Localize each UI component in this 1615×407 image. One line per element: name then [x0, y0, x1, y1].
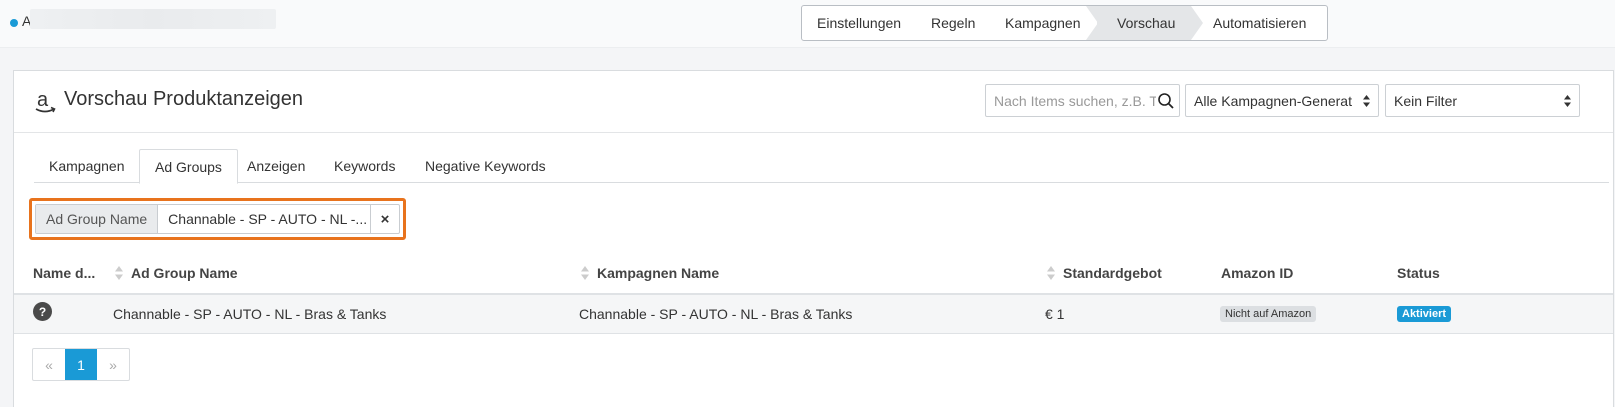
wizard-step-preview[interactable]: Vorschau	[1097, 6, 1203, 40]
search-box	[985, 84, 1180, 117]
wizard-step-automate[interactable]: Automatisieren	[1191, 6, 1327, 40]
sort-icon	[1047, 266, 1055, 280]
cell-ad-group-name: Channable - SP - AUTO - NL - Bras & Tank…	[113, 306, 387, 322]
filter-select-value: Kein Filter	[1394, 93, 1458, 109]
filter-select[interactable]: Kein Filter	[1385, 84, 1580, 117]
wizard-step-settings[interactable]: Einstellungen	[802, 6, 914, 40]
account-name-redacted	[30, 9, 276, 29]
tab-bar: Kampagnen Ad Groups Anzeigen Keywords Ne…	[34, 149, 1609, 184]
campaign-generator-value: Alle Kampagnen-Generat	[1194, 93, 1352, 109]
tab-ads[interactable]: Anzeigen	[232, 149, 320, 183]
cell-standard-bid: € 1	[1045, 306, 1065, 322]
svg-text:a: a	[37, 89, 49, 111]
column-header-standard-bid[interactable]: Standardgebot	[1046, 265, 1162, 281]
pagination-next-button[interactable]: »	[97, 349, 129, 380]
campaign-generator-select[interactable]: Alle Kampagnen-Generat	[1185, 84, 1379, 117]
top-bar: A Einstellungen Regeln Kampagnen Vorscha…	[0, 0, 1615, 48]
tab-ad-groups[interactable]: Ad Groups	[139, 149, 238, 184]
table-header: Name d... Ad Group Name Kampagnen Name S…	[14, 255, 1613, 295]
select-caret-icon	[1363, 95, 1370, 107]
filter-chip: Ad Group Name Channable - SP - AUTO - NL…	[35, 204, 400, 234]
page-title: Vorschau Produktanzeigen	[64, 88, 304, 110]
column-header-status[interactable]: Status	[1397, 265, 1440, 281]
select-caret-icon	[1564, 95, 1571, 107]
status-badge: Aktiviert	[1397, 306, 1452, 322]
wizard-step-preview-label: Vorschau	[1117, 15, 1176, 31]
pagination: « 1 »	[32, 348, 130, 381]
pagination-page-1[interactable]: 1	[65, 349, 97, 380]
column-header-campaign-name[interactable]: Kampagnen Name	[580, 265, 719, 281]
help-icon[interactable]: ?	[33, 302, 52, 321]
active-filter-highlight: Ad Group Name Channable - SP - AUTO - NL…	[29, 198, 406, 240]
sort-icon	[115, 266, 123, 280]
sort-icon	[581, 266, 589, 280]
filter-value[interactable]: Channable - SP - AUTO - NL -...	[158, 205, 371, 233]
tab-negative-keywords[interactable]: Negative Keywords	[410, 149, 561, 183]
search-input[interactable]	[986, 85, 1156, 116]
column-header-ad-group-name[interactable]: Ad Group Name	[114, 265, 238, 281]
wizard-step-campaigns-label: Kampagnen	[1005, 15, 1081, 31]
wizard-steps: Einstellungen Regeln Kampagnen Vorschau …	[801, 5, 1328, 41]
preview-panel: a Vorschau Produktanzeigen Alle Kampagne…	[13, 70, 1614, 407]
close-icon[interactable]: ×	[371, 205, 399, 233]
wizard-step-campaigns[interactable]: Kampagnen	[990, 6, 1098, 40]
filter-key: Ad Group Name	[36, 205, 159, 233]
column-header-label: Kampagnen Name	[597, 265, 720, 281]
search-icon[interactable]	[1157, 92, 1175, 110]
status-dot-icon	[10, 19, 18, 27]
cell-campaign-name: Channable - SP - AUTO - NL - Bras & Tank…	[579, 306, 853, 322]
table-row[interactable]: ? Channable - SP - AUTO - NL - Bras & Ta…	[14, 295, 1613, 334]
column-header-amazon-id[interactable]: Amazon ID	[1221, 265, 1293, 281]
panel-header: a Vorschau Produktanzeigen Alle Kampagne…	[14, 71, 1613, 133]
column-header-label: Standardgebot	[1063, 265, 1162, 281]
amazon-id-badge: Nicht auf Amazon	[1220, 306, 1317, 322]
column-header-name[interactable]: Name d...	[33, 265, 95, 281]
wizard-step-rules[interactable]: Regeln	[914, 6, 990, 40]
column-header-label: Ad Group Name	[131, 265, 238, 281]
pagination-prev-button[interactable]: «	[33, 349, 65, 380]
amazon-icon: a	[35, 89, 56, 113]
tab-campaigns[interactable]: Kampagnen	[34, 149, 140, 183]
tab-keywords[interactable]: Keywords	[319, 149, 410, 183]
